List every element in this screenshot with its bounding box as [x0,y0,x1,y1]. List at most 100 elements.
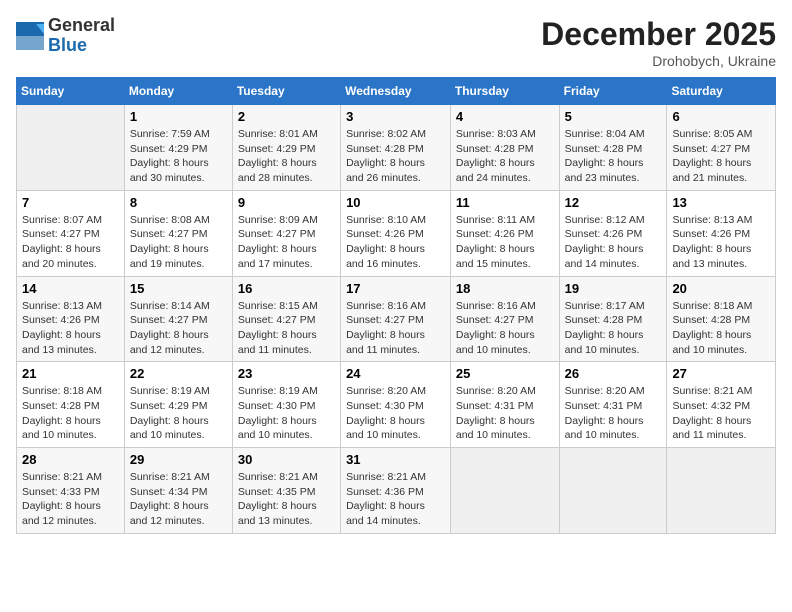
calendar-cell: 20 Sunrise: 8:18 AM Sunset: 4:28 PM Dayl… [667,276,776,362]
sunrise-label: Sunrise: 8:21 AM [238,471,318,483]
day-info: Sunrise: 8:02 AM Sunset: 4:28 PM Dayligh… [346,127,445,186]
sunset-label: Sunset: 4:35 PM [238,486,316,498]
calendar-cell [450,448,559,534]
day-info: Sunrise: 8:21 AM Sunset: 4:35 PM Dayligh… [238,470,335,529]
daylight-label: Daylight: 8 hours and 17 minutes. [238,243,317,270]
sunrise-label: Sunrise: 8:19 AM [130,385,210,397]
sunrise-label: Sunrise: 8:21 AM [672,385,752,397]
day-number: 5 [565,109,662,124]
sunrise-label: Sunrise: 7:59 AM [130,128,210,140]
sunset-label: Sunset: 4:26 PM [672,228,750,240]
sunset-label: Sunset: 4:29 PM [238,143,316,155]
daylight-label: Daylight: 8 hours and 20 minutes. [22,243,101,270]
day-number: 28 [22,452,119,467]
daylight-label: Daylight: 8 hours and 13 minutes. [238,500,317,527]
sunset-label: Sunset: 4:31 PM [456,400,534,412]
calendar-cell: 4 Sunrise: 8:03 AM Sunset: 4:28 PM Dayli… [450,105,559,191]
weekday-header: Friday [559,78,667,105]
sunrise-label: Sunrise: 8:21 AM [22,471,102,483]
day-info: Sunrise: 8:10 AM Sunset: 4:26 PM Dayligh… [346,213,445,272]
location: Drohobych, Ukraine [541,53,776,69]
sunset-label: Sunset: 4:27 PM [672,143,750,155]
sunset-label: Sunset: 4:30 PM [238,400,316,412]
sunrise-label: Sunrise: 8:14 AM [130,300,210,312]
sunset-label: Sunset: 4:27 PM [22,228,100,240]
calendar-cell: 14 Sunrise: 8:13 AM Sunset: 4:26 PM Dayl… [17,276,125,362]
day-number: 19 [565,281,662,296]
day-number: 18 [456,281,554,296]
calendar-cell: 30 Sunrise: 8:21 AM Sunset: 4:35 PM Dayl… [232,448,340,534]
day-number: 15 [130,281,227,296]
calendar-week-row: 28 Sunrise: 8:21 AM Sunset: 4:33 PM Dayl… [17,448,776,534]
daylight-label: Daylight: 8 hours and 10 minutes. [22,415,101,442]
calendar-cell: 9 Sunrise: 8:09 AM Sunset: 4:27 PM Dayli… [232,190,340,276]
sunrise-label: Sunrise: 8:20 AM [565,385,645,397]
day-info: Sunrise: 8:20 AM Sunset: 4:31 PM Dayligh… [456,384,554,443]
day-number: 17 [346,281,445,296]
title-area: December 2025 Drohobych, Ukraine [541,16,776,69]
daylight-label: Daylight: 8 hours and 21 minutes. [672,157,751,184]
logo-general: General [48,16,115,36]
daylight-label: Daylight: 8 hours and 12 minutes. [130,329,209,356]
weekday-header: Saturday [667,78,776,105]
sunrise-label: Sunrise: 8:07 AM [22,214,102,226]
calendar-cell: 18 Sunrise: 8:16 AM Sunset: 4:27 PM Dayl… [450,276,559,362]
sunrise-label: Sunrise: 8:08 AM [130,214,210,226]
day-info: Sunrise: 8:13 AM Sunset: 4:26 PM Dayligh… [672,213,770,272]
daylight-label: Daylight: 8 hours and 30 minutes. [130,157,209,184]
daylight-label: Daylight: 8 hours and 24 minutes. [456,157,535,184]
calendar-cell: 5 Sunrise: 8:04 AM Sunset: 4:28 PM Dayli… [559,105,667,191]
calendar-cell: 25 Sunrise: 8:20 AM Sunset: 4:31 PM Dayl… [450,362,559,448]
day-number: 10 [346,195,445,210]
calendar-cell: 17 Sunrise: 8:16 AM Sunset: 4:27 PM Dayl… [341,276,451,362]
calendar-cell: 7 Sunrise: 8:07 AM Sunset: 4:27 PM Dayli… [17,190,125,276]
month-title: December 2025 [541,16,776,53]
daylight-label: Daylight: 8 hours and 12 minutes. [22,500,101,527]
calendar-header: SundayMondayTuesdayWednesdayThursdayFrid… [17,78,776,105]
daylight-label: Daylight: 8 hours and 10 minutes. [130,415,209,442]
calendar-week-row: 14 Sunrise: 8:13 AM Sunset: 4:26 PM Dayl… [17,276,776,362]
logo-blue: Blue [48,36,115,56]
sunrise-label: Sunrise: 8:02 AM [346,128,426,140]
sunset-label: Sunset: 4:27 PM [130,314,208,326]
daylight-label: Daylight: 8 hours and 10 minutes. [346,415,425,442]
sunset-label: Sunset: 4:27 PM [346,314,424,326]
calendar-week-row: 7 Sunrise: 8:07 AM Sunset: 4:27 PM Dayli… [17,190,776,276]
daylight-label: Daylight: 8 hours and 10 minutes. [565,329,644,356]
sunset-label: Sunset: 4:28 PM [22,400,100,412]
logo: General Blue [16,16,115,56]
calendar-week-row: 21 Sunrise: 8:18 AM Sunset: 4:28 PM Dayl… [17,362,776,448]
logo-icon [16,22,44,50]
day-number: 11 [456,195,554,210]
calendar-cell: 28 Sunrise: 8:21 AM Sunset: 4:33 PM Dayl… [17,448,125,534]
day-info: Sunrise: 8:12 AM Sunset: 4:26 PM Dayligh… [565,213,662,272]
sunset-label: Sunset: 4:27 PM [238,228,316,240]
day-number: 21 [22,366,119,381]
weekday-row: SundayMondayTuesdayWednesdayThursdayFrid… [17,78,776,105]
day-info: Sunrise: 8:15 AM Sunset: 4:27 PM Dayligh… [238,299,335,358]
calendar-table: SundayMondayTuesdayWednesdayThursdayFrid… [16,77,776,534]
calendar-cell: 16 Sunrise: 8:15 AM Sunset: 4:27 PM Dayl… [232,276,340,362]
weekday-header: Tuesday [232,78,340,105]
weekday-header: Thursday [450,78,559,105]
sunrise-label: Sunrise: 8:18 AM [672,300,752,312]
calendar-cell: 2 Sunrise: 8:01 AM Sunset: 4:29 PM Dayli… [232,105,340,191]
day-info: Sunrise: 8:16 AM Sunset: 4:27 PM Dayligh… [346,299,445,358]
sunrise-label: Sunrise: 8:04 AM [565,128,645,140]
sunset-label: Sunset: 4:27 PM [130,228,208,240]
sunset-label: Sunset: 4:31 PM [565,400,643,412]
day-number: 3 [346,109,445,124]
day-number: 20 [672,281,770,296]
sunset-label: Sunset: 4:29 PM [130,400,208,412]
daylight-label: Daylight: 8 hours and 10 minutes. [456,415,535,442]
sunrise-label: Sunrise: 8:13 AM [22,300,102,312]
sunrise-label: Sunrise: 8:16 AM [346,300,426,312]
sunrise-label: Sunrise: 8:20 AM [456,385,536,397]
page-header: General Blue December 2025 Drohobych, Uk… [16,16,776,69]
sunrise-label: Sunrise: 8:09 AM [238,214,318,226]
day-info: Sunrise: 8:14 AM Sunset: 4:27 PM Dayligh… [130,299,227,358]
calendar-cell: 8 Sunrise: 8:08 AM Sunset: 4:27 PM Dayli… [124,190,232,276]
sunset-label: Sunset: 4:27 PM [456,314,534,326]
calendar-cell [17,105,125,191]
calendar-cell: 12 Sunrise: 8:12 AM Sunset: 4:26 PM Dayl… [559,190,667,276]
